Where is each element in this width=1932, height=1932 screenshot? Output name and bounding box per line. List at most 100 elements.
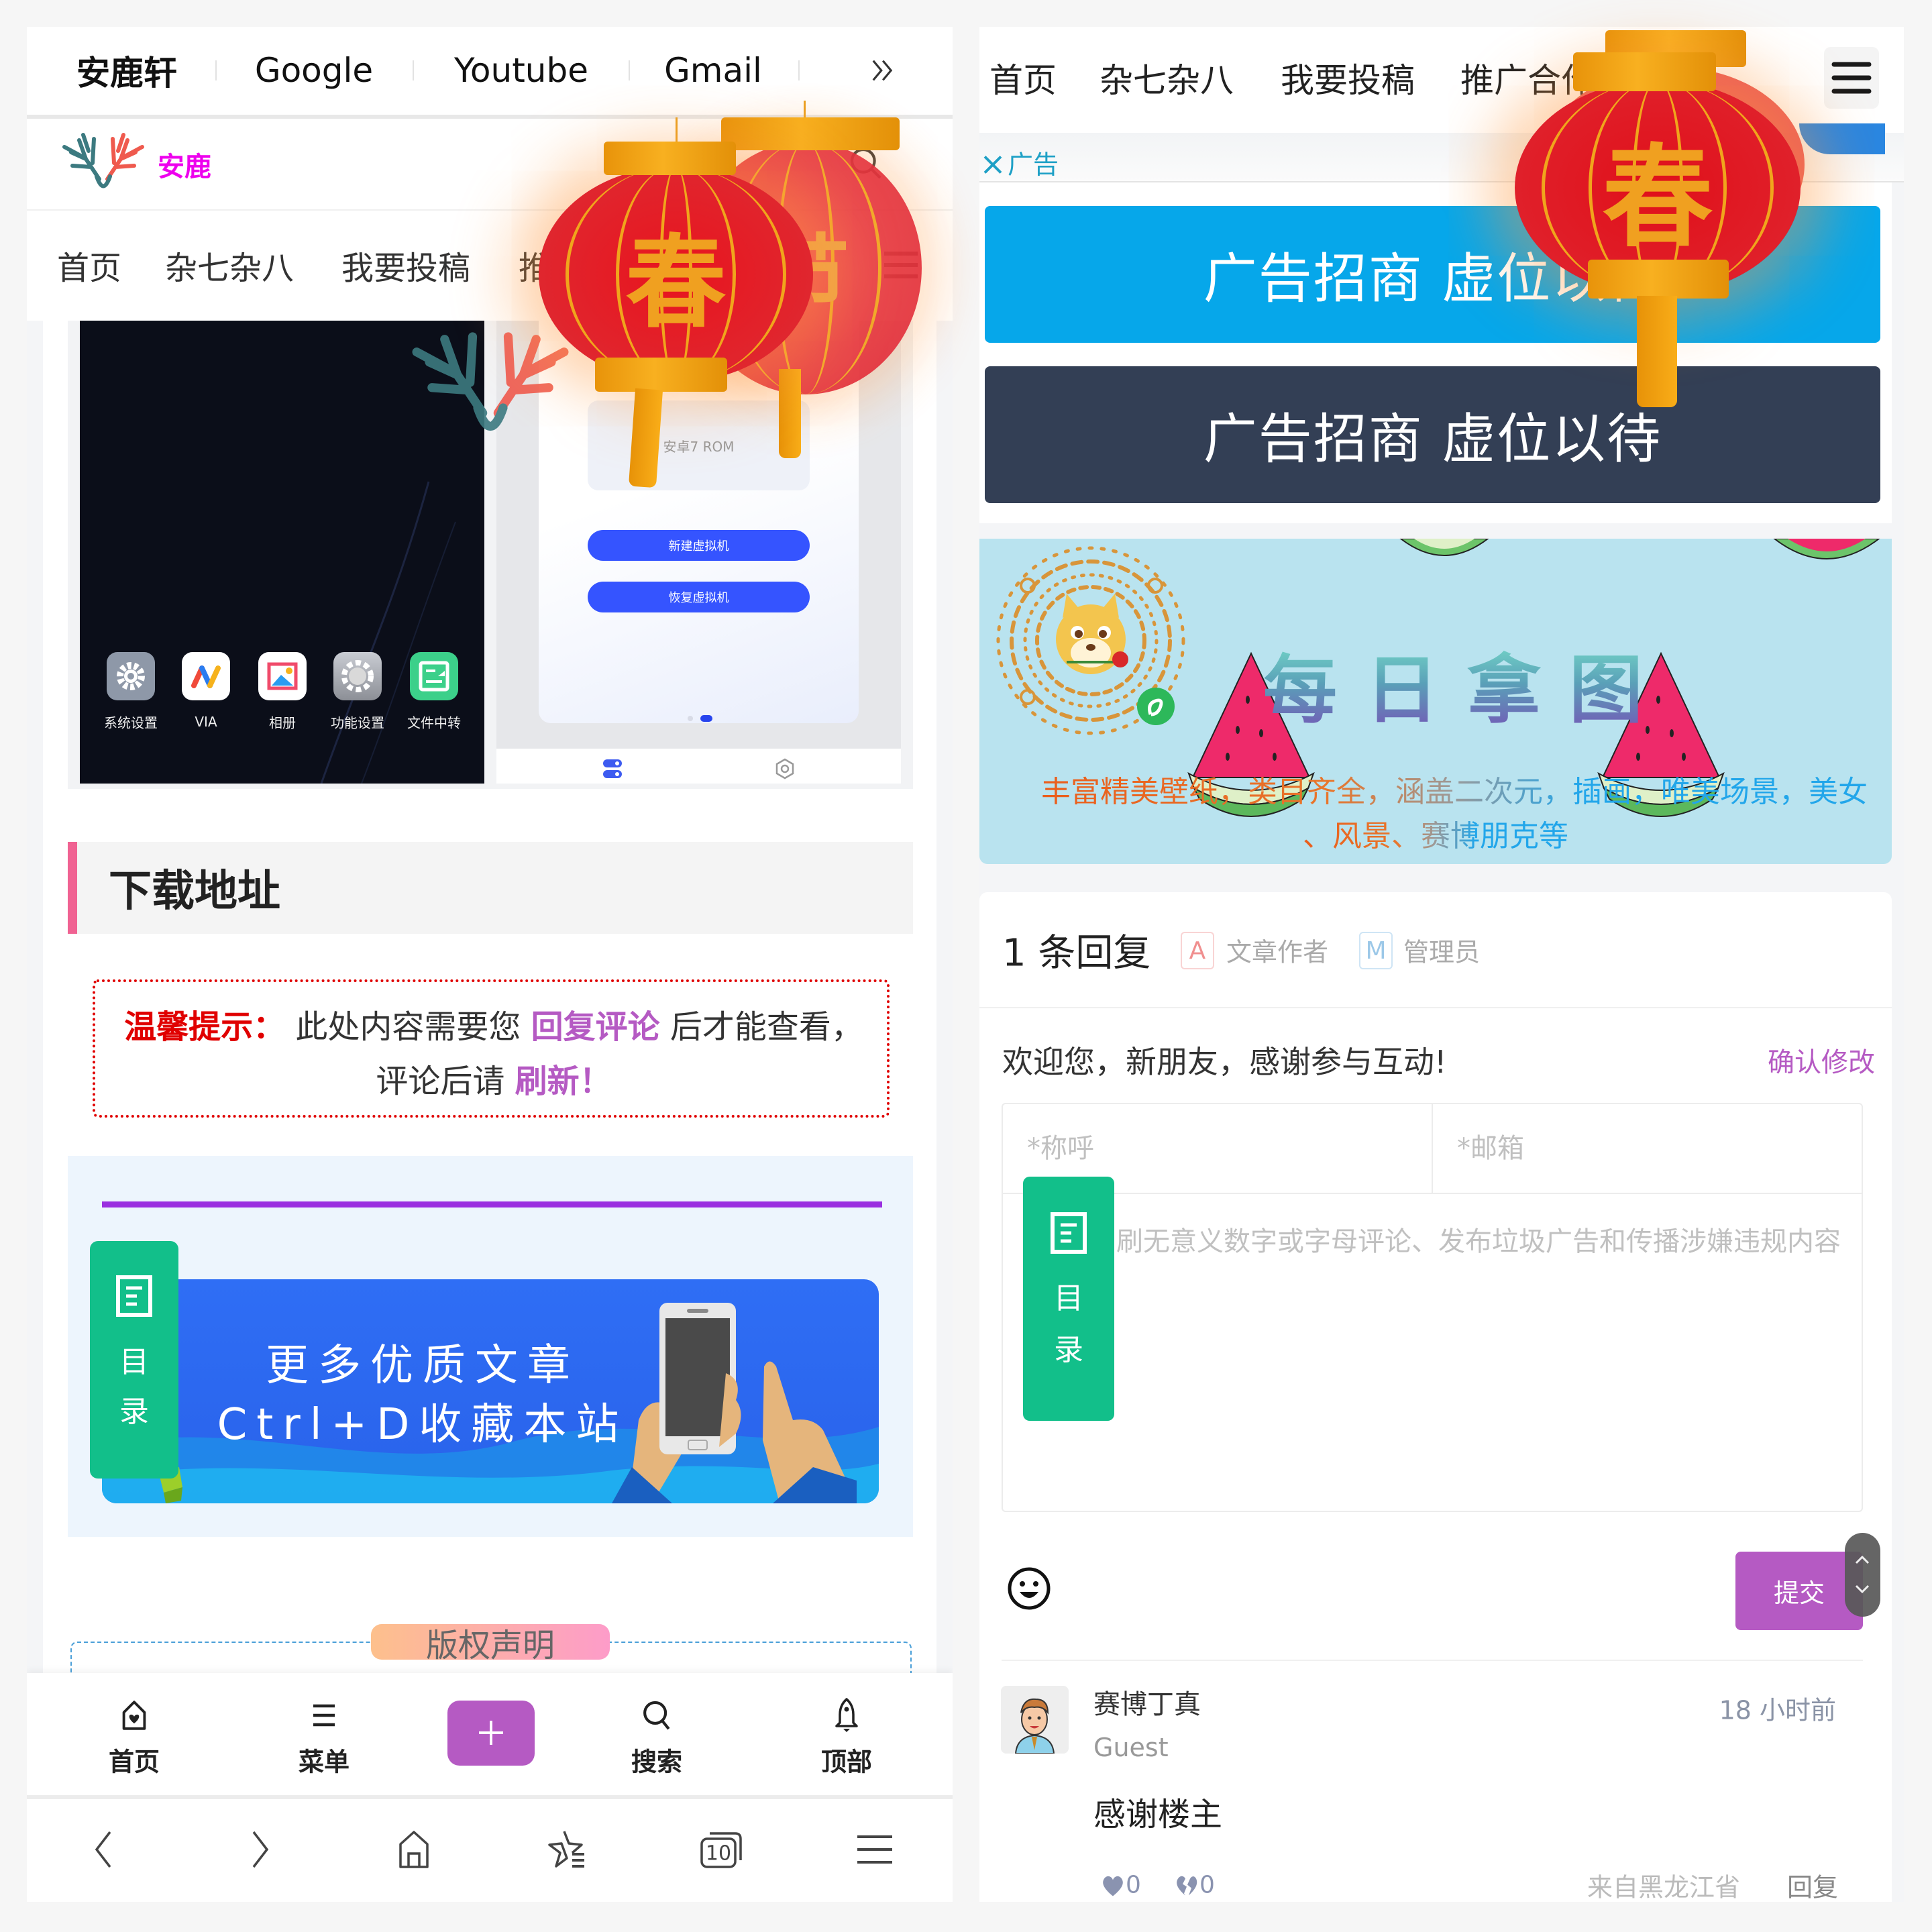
hamburger-menu-icon[interactable] [880,248,922,282]
app-label: 系统设置 [104,714,158,731]
comment-author[interactable]: 赛博丁真 [1093,1682,1201,1721]
publish-button[interactable] [447,1701,535,1766]
avatar[interactable] [1001,1686,1069,1754]
vm-list-icon[interactable] [601,757,624,780]
banner-line-1: 更多优质文章 [266,1341,580,1391]
tab-menu-label: 菜单 [298,1747,350,1777]
search-icon[interactable] [847,145,885,182]
app-icon-file-transfer[interactable] [410,652,458,700]
nav-misc[interactable]: 杂七杂八 [1099,54,1234,102]
ad-partial-shape [1799,123,1885,154]
close-ad-button[interactable]: 广告 [982,144,1059,181]
ad-banner-blue[interactable]: 广告招商 虚位以待 [985,206,1880,343]
tab-count: 10 [705,1841,732,1866]
new-vm-button[interactable]: 新建虚拟机 [588,530,810,561]
emoji-icon[interactable] [1007,1566,1051,1611]
browser-menu-icon[interactable] [856,1833,894,1866]
wallpaper-desc-line-2: 、风景、赛博朋克等 [1303,812,1568,855]
tab-home-label: 首页 [108,1747,160,1777]
right-phone-screen: 首页 杂七杂八 我要投稿 推广合作 广告 广告招商 虚位以待 广告招商 虚位以待 [979,27,1904,1902]
bookmark-separator [629,60,630,80]
back-icon[interactable] [90,1829,117,1870]
app-icon-system-settings[interactable] [107,652,155,700]
bookmark-gmail[interactable]: Gmail [664,51,762,90]
confirm-edit-link[interactable]: 确认修改 [1768,1040,1875,1079]
dislike-button[interactable]: 0 [1174,1872,1215,1899]
close-icon [982,152,1004,174]
section-heading-text: 下载地址 [109,867,280,916]
app-label: 文件中转 [407,714,461,731]
site-logo[interactable]: 安鹿 [59,132,227,196]
chevron-down-icon[interactable] [1854,1584,1870,1595]
wallpaper-banner[interactable]: 每日拿图 丰富精美壁纸，类目齐全，涵盖二次元，插画，唯美场景，美女 、风景、赛博… [979,539,1892,864]
nav-promotion[interactable]: 推广合作 [1460,54,1595,102]
comment-reply-link[interactable]: 回复 [1787,1867,1838,1902]
rom-card[interactable]: 安卓7 ROM [588,400,810,490]
browser-toolbar: 10 [27,1799,953,1902]
like-button[interactable]: 0 [1100,1872,1141,1899]
toc-button[interactable]: 目 录 [1023,1177,1114,1421]
ad-banner-dark[interactable]: 广告招商 虚位以待 [985,366,1880,503]
hamburger-menu-button[interactable] [1824,47,1879,109]
bookmark-youtube[interactable]: Youtube [454,51,588,90]
tab-top[interactable]: 顶部 [806,1673,887,1795]
bookmark-site-banner[interactable]: 更多优质文章 Ctrl+D收藏本站 [102,1279,879,1503]
bookmark-anluxuan[interactable]: 安鹿轩 [76,46,177,95]
tab-menu[interactable]: 菜单 [284,1673,364,1795]
broken-heart-icon [1174,1873,1199,1897]
app-icon-gallery[interactable] [258,652,307,700]
bookmarks-icon[interactable] [545,1829,588,1870]
hamburger-menu-icon [1830,60,1873,95]
nav-promotion[interactable]: 推广合作 [519,241,647,288]
tabs-button[interactable]: 10 [699,1829,743,1870]
scroll-up-down-control[interactable] [1845,1533,1880,1617]
nav-submit-post[interactable]: 我要投稿 [341,241,470,288]
reply-to-view-notice: 温馨提示： 此处内容需要您 回复评论 后才能查看， 评论后请 刷新！ [93,979,890,1118]
app-icon-via[interactable] [182,652,230,700]
notice-text: 后才能查看， [669,1008,863,1046]
comment-textarea[interactable] [1003,1194,1862,1511]
chevron-up-icon[interactable] [1854,1554,1870,1565]
ad-text: 广告招商 虚位以待 [1203,248,1662,310]
home-heart-icon [119,1699,149,1732]
bookmark-google[interactable]: Google [255,51,373,90]
tab-search[interactable]: 搜索 [616,1673,697,1795]
settings-hex-icon[interactable] [773,757,796,780]
nav-home[interactable]: 首页 [989,54,1057,102]
deer-logo-icon [59,132,148,196]
vm-app-bottom-bar [496,749,901,784]
notice-text: 评论后请 [376,1063,505,1100]
notice-label: 温馨提示： [124,1008,286,1046]
nav-submit-post[interactable]: 我要投稿 [1281,54,1415,102]
author-badge-label: 文章作者 [1226,937,1329,967]
email-input[interactable] [1433,1104,1862,1194]
copyright-pill: 版权声明 [371,1624,610,1664]
submit-button[interactable]: 提交 [1735,1552,1863,1630]
toc-char: 目 [1054,1281,1083,1316]
restore-vm-button[interactable]: 恢复虚拟机 [588,582,810,612]
page-dot [688,716,693,721]
home-icon[interactable] [395,1829,433,1870]
comment-time: 18 小时前 [1719,1695,1836,1725]
nav-home[interactable]: 首页 [57,241,121,288]
tab-top-label: 顶部 [820,1747,873,1777]
restore-vm-label: 恢复虚拟机 [668,591,729,605]
notice-line-2: 评论后请 刷新！ [376,1055,611,1102]
app-label: VIA [195,714,217,730]
ad-text: 广告招商 虚位以待 [1203,408,1662,470]
forward-icon[interactable] [247,1829,274,1870]
tab-home[interactable]: 首页 [94,1673,174,1795]
logo-text: 安鹿 [158,152,211,182]
menu-icon [309,1701,339,1730]
wallpaper-title: 每日拿图 [1263,630,1671,737]
double-chevron-right-icon[interactable] [866,54,898,87]
rom-card-label: 安卓7 ROM [663,438,735,455]
app-icon-feature-settings[interactable] [333,652,382,700]
reply-comment-link[interactable]: 回复评论 [531,1008,660,1046]
notice-line-1: 温馨提示： 此处内容需要您 回复评论 后才能查看， [124,1000,863,1047]
nav-misc[interactable]: 杂七杂八 [165,241,294,288]
bookmark-separator [413,60,414,80]
refresh-link[interactable]: 刷新！ [515,1063,612,1100]
comment-location: 来自黑龙江省 [1587,1872,1741,1902]
toc-button[interactable]: 目 录 [90,1241,178,1479]
